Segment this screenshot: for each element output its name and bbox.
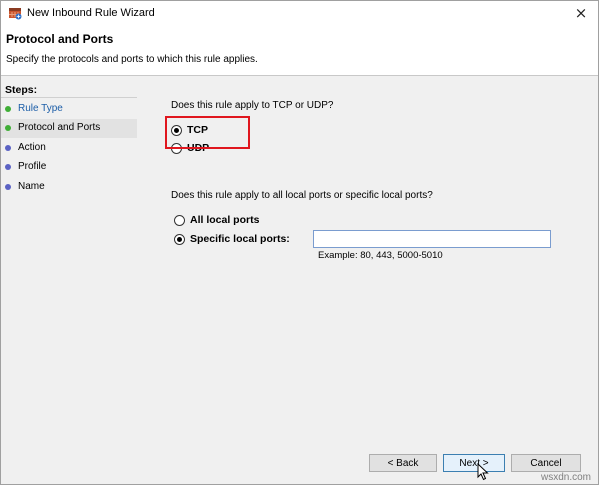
step-status-dot	[5, 184, 11, 190]
wizard-window: New Inbound Rule Wizard × Protocol and P…	[0, 0, 599, 485]
window-title: New Inbound Rule Wizard	[27, 7, 155, 19]
step-action: Action	[1, 139, 137, 158]
step-status-dot	[5, 145, 11, 151]
page-title: Protocol and Ports	[6, 32, 114, 46]
close-icon[interactable]: ×	[564, 1, 598, 25]
steps-panel: Steps: Rule Type Protocol and Ports Acti…	[1, 80, 137, 446]
specific-ports-radio-option[interactable]: Specific local ports:	[174, 233, 290, 245]
watermark: wsxdn.com	[540, 472, 591, 483]
next-button[interactable]: Next >	[443, 454, 505, 472]
all-ports-label[interactable]: All local ports	[190, 214, 259, 226]
back-button[interactable]: < Back	[369, 454, 437, 472]
title-bar: New Inbound Rule Wizard ×	[1, 1, 598, 25]
step-label: Action	[18, 142, 46, 153]
steps-divider	[1, 97, 137, 98]
specific-ports-radio[interactable]	[174, 233, 185, 245]
ports-question: Does this rule apply to all local ports …	[171, 190, 433, 201]
firewall-icon	[8, 6, 22, 20]
step-protocol-and-ports[interactable]: Protocol and Ports	[1, 119, 137, 138]
ports-example-text: Example: 80, 443, 5000-5010	[318, 250, 443, 261]
step-label[interactable]: Rule Type	[18, 103, 63, 114]
specific-ports-label[interactable]: Specific local ports:	[190, 233, 290, 245]
all-ports-radio[interactable]	[174, 214, 185, 226]
tcp-highlight-box	[165, 116, 250, 149]
step-name: Name	[1, 178, 137, 197]
page-header: Protocol and Ports Specify the protocols…	[1, 25, 598, 76]
step-rule-type[interactable]: Rule Type	[1, 100, 137, 119]
cancel-button[interactable]: Cancel	[511, 454, 581, 472]
step-profile: Profile	[1, 158, 137, 177]
protocol-question: Does this rule apply to TCP or UDP?	[171, 100, 334, 111]
steps-title: Steps:	[5, 84, 38, 96]
specific-ports-input[interactable]	[313, 230, 551, 248]
step-status-dot	[5, 106, 11, 112]
all-ports-radio-option[interactable]: All local ports	[174, 214, 259, 226]
step-status-dot	[5, 125, 11, 131]
page-subtitle: Specify the protocols and ports to which…	[6, 54, 258, 65]
step-label: Protocol and Ports	[18, 122, 101, 133]
content-panel: Does this rule apply to TCP or UDP? TCP …	[137, 80, 598, 446]
step-status-dot	[5, 164, 11, 170]
step-label: Name	[18, 181, 45, 192]
button-bar: < Back Next > Cancel	[1, 446, 598, 484]
mouse-pointer-icon	[477, 463, 489, 481]
step-label: Profile	[18, 161, 47, 172]
